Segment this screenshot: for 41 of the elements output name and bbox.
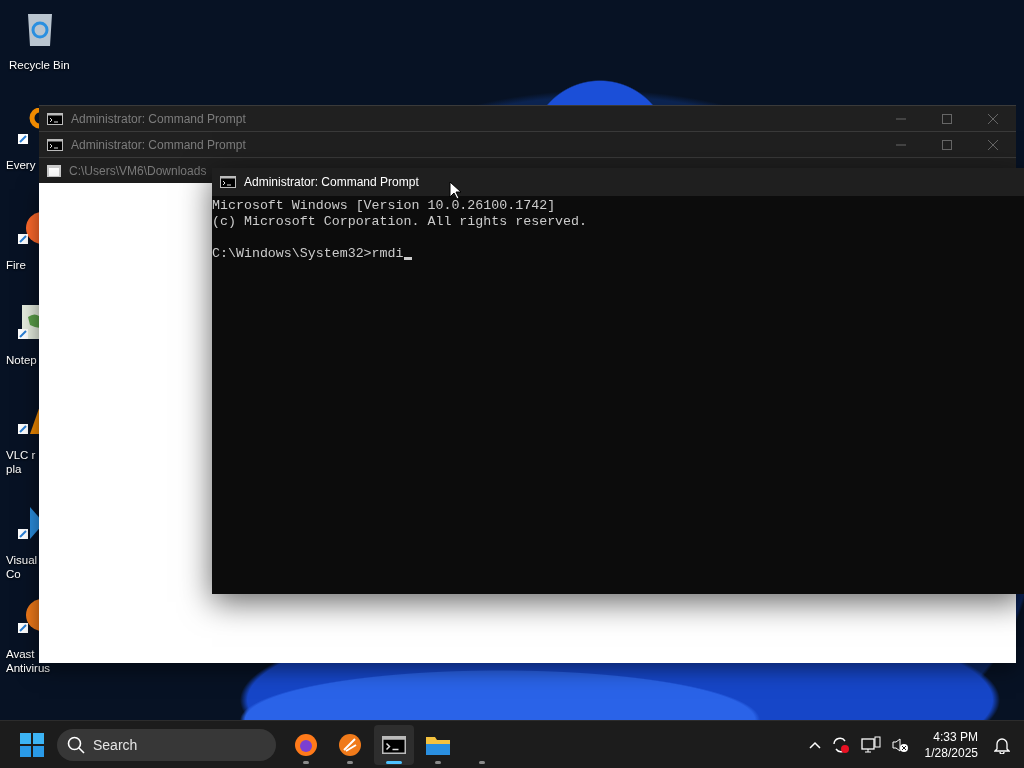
muted-speaker-icon[interactable] (890, 736, 909, 754)
window-title: Administrator: Command Prompt (71, 137, 246, 152)
folder-icon (425, 734, 451, 756)
console-line: C:\Windows\System32>rmdi (212, 246, 404, 262)
chevron-up-icon[interactable] (808, 741, 821, 749)
icon-label: Visual (6, 553, 38, 567)
start-icon[interactable] (20, 733, 44, 757)
window-title: Administrator: Command Prompt (71, 111, 246, 126)
console-icon (47, 138, 63, 151)
avast-icon (338, 733, 362, 757)
icon-label: pla (6, 462, 22, 476)
maximize-icon[interactable] (942, 113, 952, 124)
window-icon (47, 164, 61, 177)
maximize-icon[interactable] (942, 139, 952, 150)
clock-time[interactable]: 4:33 PM (933, 729, 978, 745)
sync-icon[interactable] (830, 736, 851, 754)
bell-icon[interactable] (994, 736, 1010, 754)
console-line: (c) Microsoft Corporation. All rights reserved. (212, 214, 588, 230)
console-icon (382, 736, 406, 754)
search-icon (67, 736, 85, 754)
icon-label: Antivirus (6, 661, 51, 675)
firefox-icon (294, 733, 318, 757)
console-line: Microsoft Windows [Version 10.0.26100.1742] (212, 198, 556, 214)
icon-label: Co (6, 567, 21, 581)
icon-label: Every (6, 158, 36, 172)
window-title: Administrator: Command Prompt (244, 175, 419, 189)
icon-label: Notep (6, 353, 37, 367)
console-icon (220, 176, 236, 188)
icon-label: Recycle Bin (9, 58, 70, 72)
clock-date[interactable]: 1/28/2025 (924, 745, 978, 761)
console-icon (47, 112, 63, 125)
window-title: C:\Users\VM6\Downloads (69, 163, 207, 178)
icon-label: Avast (6, 647, 35, 661)
icon-label: VLC r (6, 448, 36, 462)
taskbar-app[interactable] (374, 725, 414, 765)
search-field[interactable]: Search (57, 729, 276, 761)
network-icon[interactable] (860, 736, 881, 754)
close-icon[interactable] (988, 139, 998, 150)
icon-label: Fire (6, 258, 26, 272)
mouse-pointer-icon (449, 181, 462, 200)
close-icon[interactable] (988, 113, 998, 124)
